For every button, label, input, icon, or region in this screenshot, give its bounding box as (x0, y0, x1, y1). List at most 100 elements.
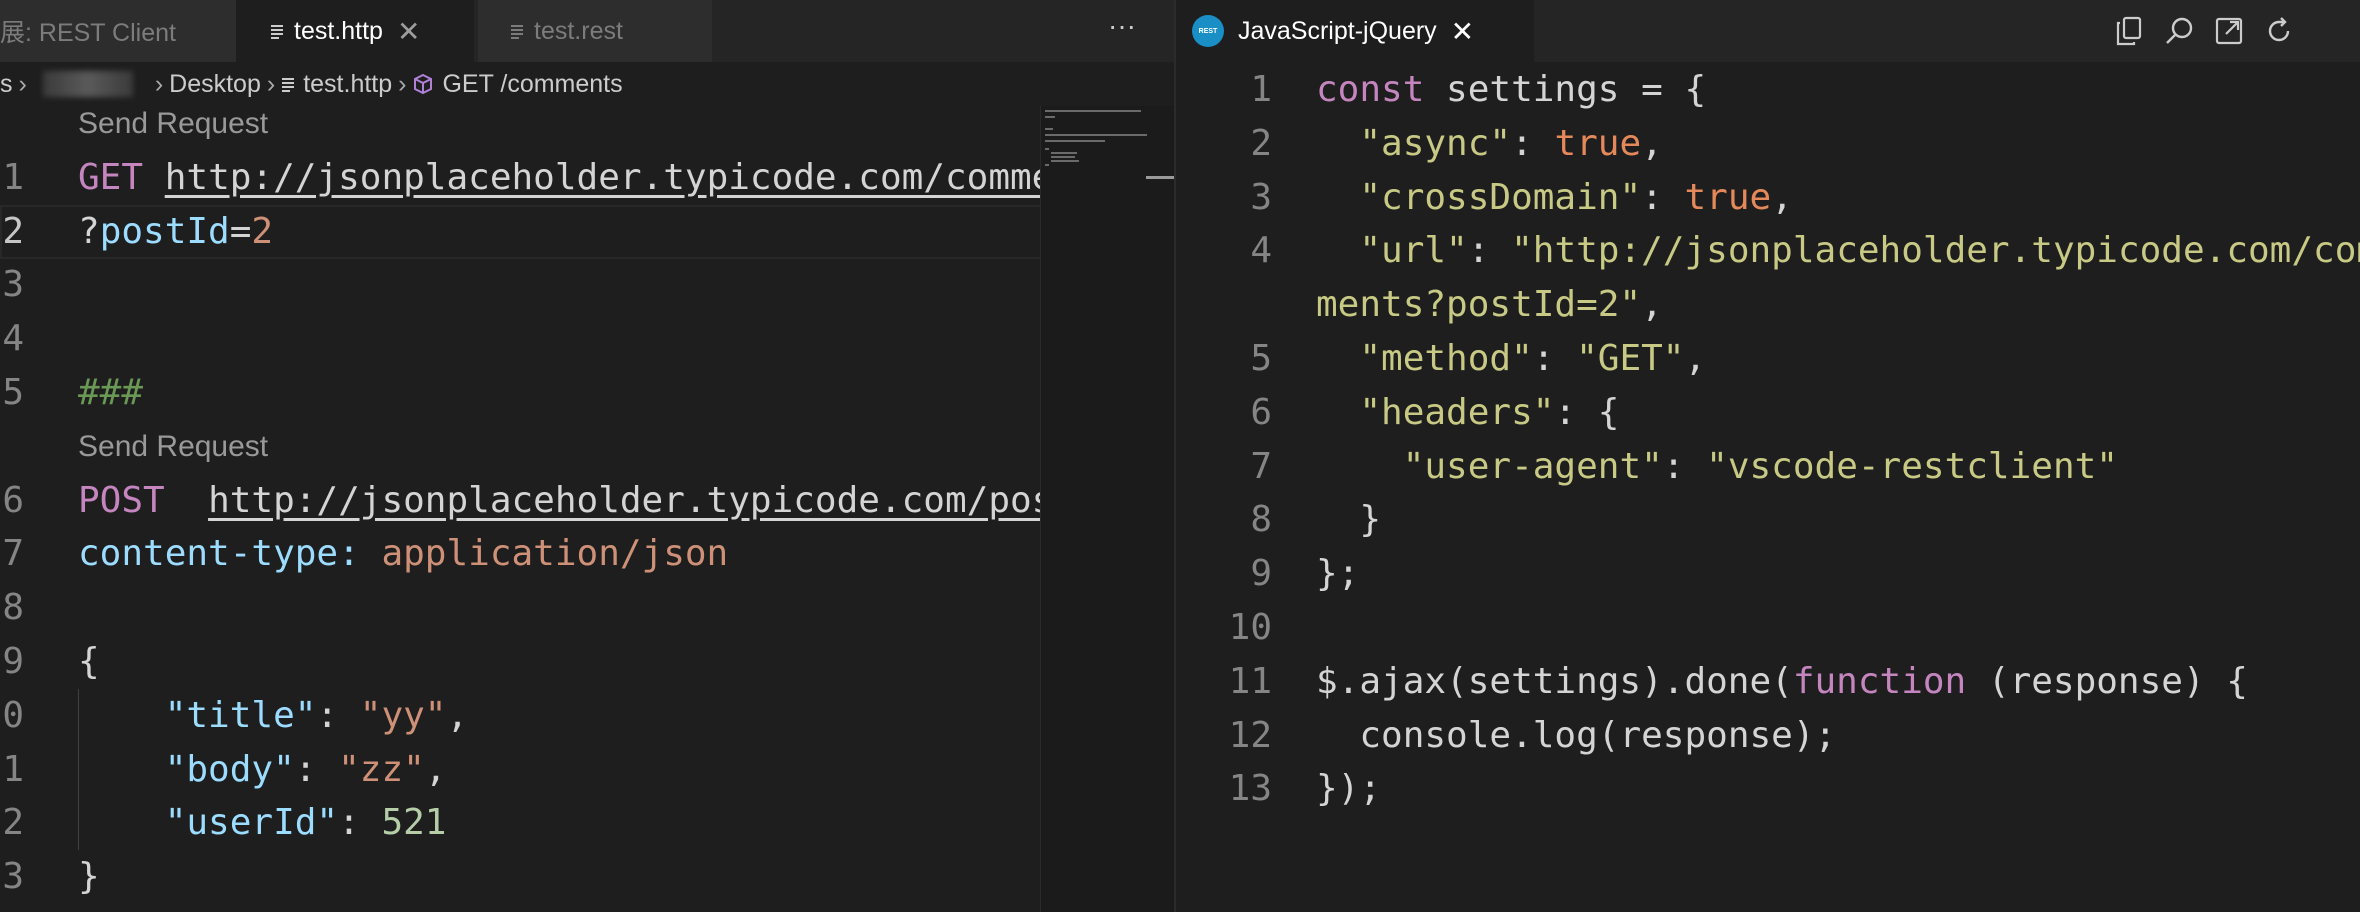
code-text: "user-agent": "vscode-restclient" (1316, 440, 2118, 494)
code-text: ?postId=2 (78, 205, 273, 259)
code-text: "userId": 521 (78, 796, 447, 850)
right-code-preview[interactable]: 1 const settings = {2 "async": true, 3 "cr… (1176, 69, 2360, 912)
code-token: : (1641, 176, 1685, 218)
code-token: content-type: (78, 533, 360, 575)
send-request-codelens[interactable]: Send Request (78, 97, 268, 151)
code-token: settings = { (1424, 69, 1707, 110)
code-token: postId (99, 210, 230, 252)
tab-rest-client[interactable]: 展: REST Client (0, 0, 236, 62)
tab-label: 展: REST Client (0, 19, 176, 47)
code-text: $.ajax(settings).done(function (response… (1316, 655, 2248, 709)
open-external-icon[interactable] (2210, 12, 2248, 50)
code-token: GET (78, 156, 144, 198)
line-number: 9 (1250, 553, 1272, 595)
code-line: 12 "userId": 521 (0, 796, 1174, 851)
code-text: content-type: application/json (78, 527, 728, 581)
code-token: : (1467, 230, 1512, 272)
code-token: , (1771, 176, 1793, 218)
code-token: POST (78, 479, 165, 521)
code-token: "method" (1359, 338, 1533, 379)
code-token: true (1684, 176, 1772, 218)
file-lines-icon (281, 76, 295, 92)
code-token: "user-agent" (1402, 445, 1663, 487)
line-number: 12 (0, 802, 24, 844)
indent-guide (78, 742, 79, 797)
code-line: 1 const settings = { (1176, 63, 2360, 117)
code-token: "crossDomain" (1359, 176, 1642, 218)
close-icon[interactable]: ✕ (397, 15, 420, 48)
line-number: 4 (1250, 230, 1272, 272)
refresh-icon[interactable] (2260, 12, 2298, 50)
code-text: POST http://jsonplaceholder.typicode.com… (78, 474, 1097, 528)
close-icon[interactable]: ✕ (1451, 15, 1474, 48)
tab-test-http[interactable]: test.http ✕ (236, 0, 474, 62)
line-number: 8 (1250, 499, 1272, 541)
code-token: function (1792, 660, 1967, 702)
code-line: 6 POST http://jsonplaceholder.typicode.co… (0, 474, 1174, 528)
minimap[interactable] (1040, 106, 1174, 912)
code-line: 2 "async": true, (1176, 117, 2360, 171)
code-line: ments?postId=2", (1176, 278, 2360, 332)
right-editor-pane: REST JavaScript-jQuery ✕ 1 const settings… (1176, 0, 2360, 912)
code-token: "zz" (338, 748, 425, 790)
tab-label: JavaScript-jQuery (1238, 16, 1437, 45)
line-number: 3 (2, 264, 24, 306)
code-token: , (446, 694, 469, 736)
code-text: "title": "yy", (78, 689, 468, 743)
line-number: 11 (0, 748, 24, 790)
code-token: , (424, 748, 447, 790)
chevron-right-icon: › (154, 69, 164, 98)
line-number: 6 (1250, 391, 1272, 433)
breadcrumb-file-label: test.http (303, 69, 393, 98)
breadcrumb-lead[interactable]: s (0, 70, 13, 99)
code-text: "headers": { (1316, 386, 1619, 440)
tab-label: test.rest (534, 16, 623, 45)
code-line: 13}); (1176, 762, 2360, 816)
code-token: (response) { (1966, 660, 2248, 702)
code-text: } (78, 850, 100, 904)
code-token: http://jsonplaceholder.typicode.com/post… (208, 479, 1097, 521)
code-text: ### (78, 366, 143, 420)
code-token: application/json (381, 533, 729, 575)
cube-symbol-icon (412, 73, 434, 95)
breadcrumb-symbol[interactable]: GET /comments (412, 70, 623, 99)
code-line: 3 "crossDomain": true, (1176, 171, 2360, 225)
breadcrumb-redacted[interactable] (42, 71, 133, 97)
tab-javascript-jquery[interactable]: REST JavaScript-jQuery ✕ (1176, 0, 1534, 62)
code-token: }; (1316, 553, 1360, 595)
breadcrumb-desktop[interactable]: Desktop (169, 70, 261, 99)
send-request-codelens[interactable]: Send Request (78, 420, 268, 474)
code-token: "http://jsonplaceholder.typicode.com/com (1511, 230, 2360, 272)
code-text: }); (1316, 762, 1381, 816)
code-text: "async": true, (1316, 117, 1663, 171)
code-token: "userId" (164, 802, 339, 844)
code-token: }); (1316, 768, 1382, 810)
more-actions-icon[interactable]: ··· (1108, 10, 1136, 42)
left-code-editor[interactable]: Send Request Send Request 1 GET http://json… (0, 106, 1174, 912)
file-lines-icon (510, 17, 524, 46)
code-token: } (1359, 499, 1382, 541)
code-text: ments?postId=2", (1316, 278, 1663, 332)
line-number: 7 (2, 533, 24, 575)
breadcrumb-file[interactable]: test.http (281, 70, 392, 99)
code-token: , (1641, 122, 1663, 164)
right-tab-bar: REST JavaScript-jQuery ✕ (1176, 0, 2360, 62)
tab-test-rest[interactable]: test.rest (478, 0, 712, 62)
code-line: 4 (0, 312, 1174, 366)
copy-icon[interactable] (2110, 12, 2148, 50)
code-token: : (316, 694, 360, 736)
line-number: 5 (1250, 338, 1272, 379)
code-token: ### (78, 372, 144, 413)
code-token: "async" (1359, 122, 1512, 164)
search-icon[interactable] (2160, 12, 2198, 50)
code-line: 11 "body": "zz", (0, 742, 1174, 797)
